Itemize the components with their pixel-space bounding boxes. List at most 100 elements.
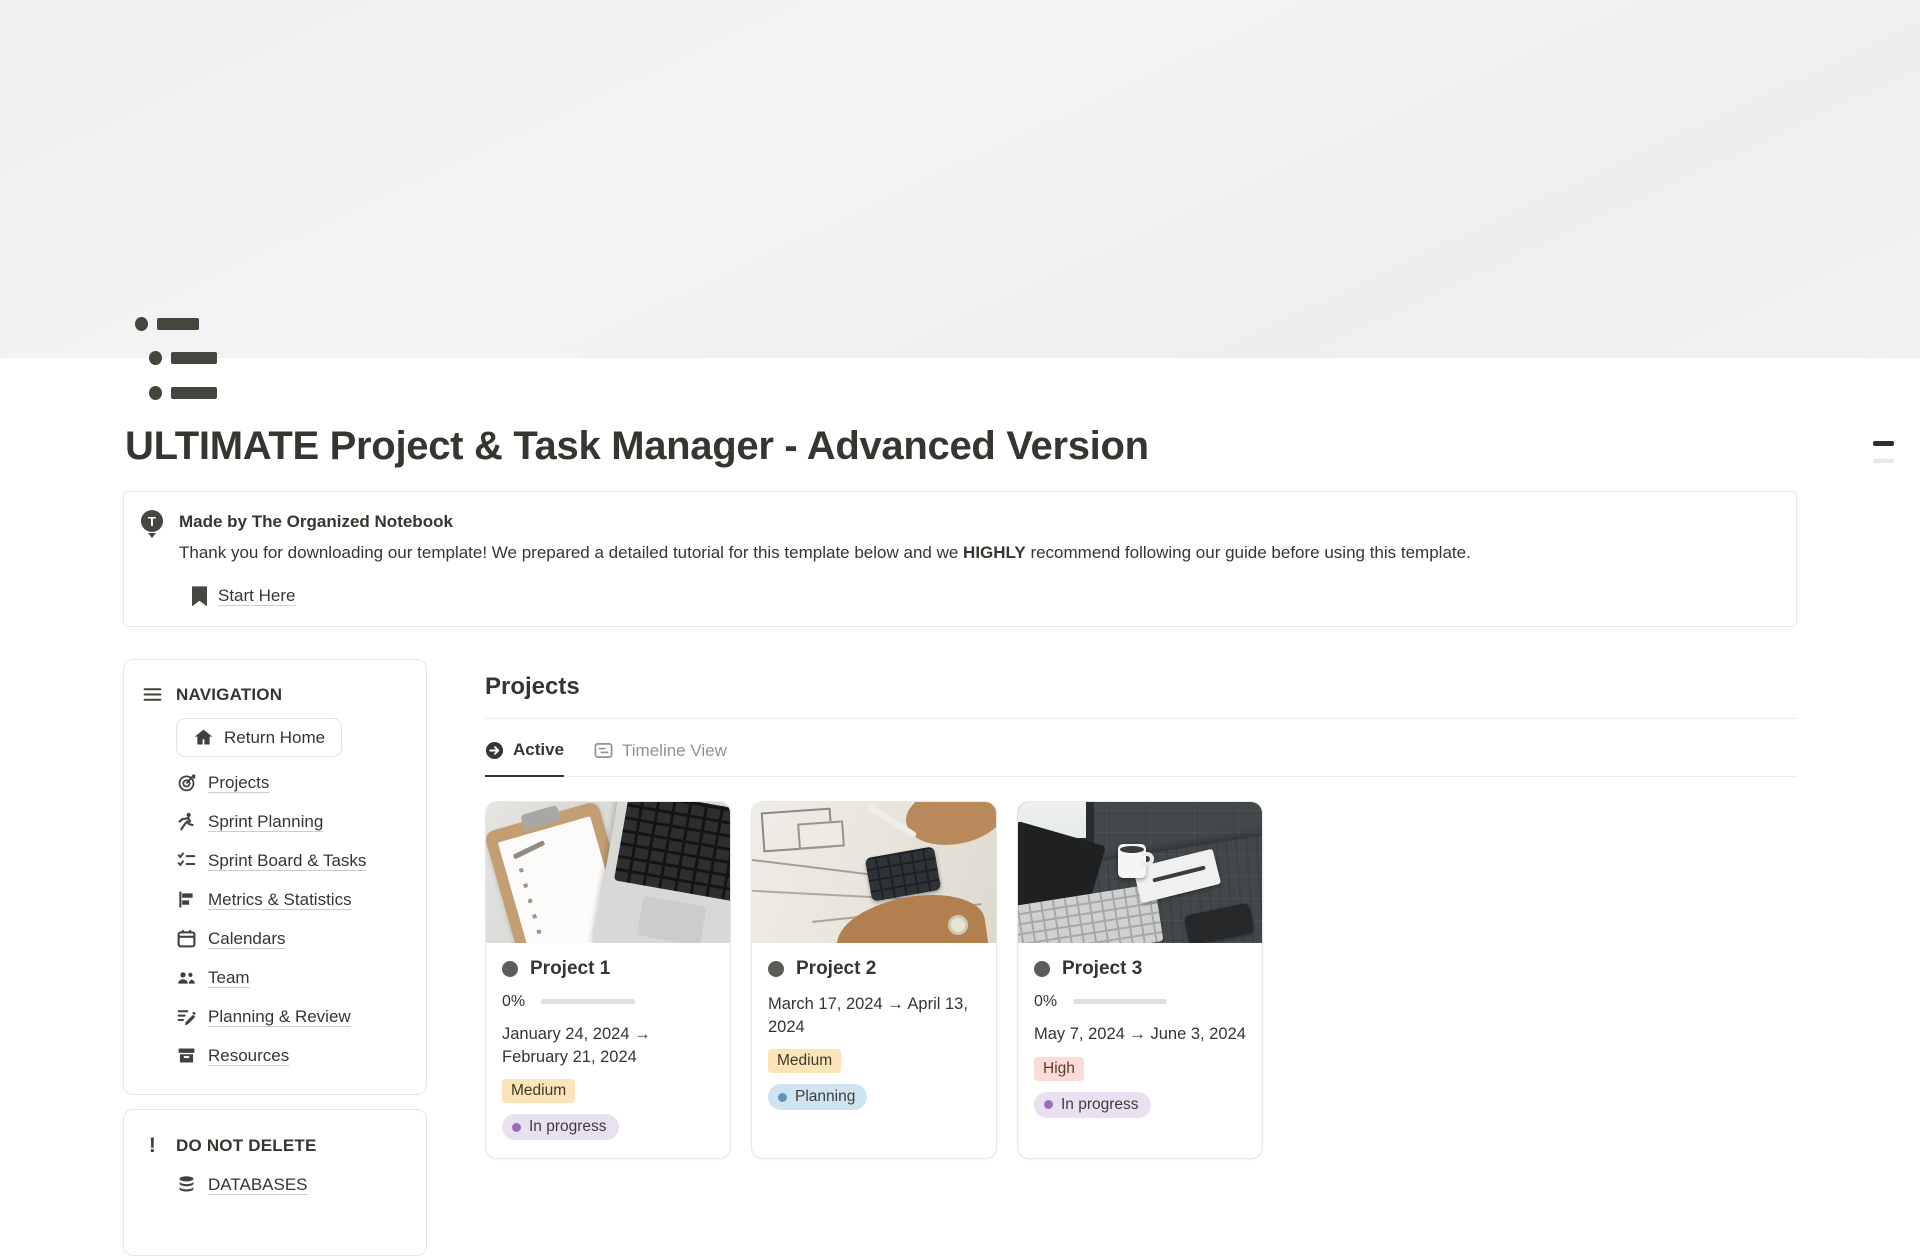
minimize-icon[interactable] <box>1873 441 1894 446</box>
return-home-button[interactable]: Return Home <box>176 718 342 757</box>
project-1-cover-photo <box>486 802 730 943</box>
callout-heading: Made by The Organized Notebook <box>179 512 1471 532</box>
status-pill: In progress <box>502 1114 619 1140</box>
callout-text: recommend following our guide before usi… <box>1026 543 1471 562</box>
calculator-shape <box>865 846 942 901</box>
sidebar-item-databases[interactable]: DATABASES <box>176 1174 408 1195</box>
card-body: Project 3 0% May 7, 2024 → June 3, 2024 … <box>1018 943 1262 1133</box>
sidebar-item-label: Sprint Planning <box>208 812 323 832</box>
sidebar-item-calendars[interactable]: Calendars <box>176 928 408 949</box>
navigation-title: NAVIGATION <box>176 685 282 705</box>
tab-label: Active <box>513 740 564 760</box>
archive-icon <box>176 1045 197 1066</box>
status-pill: In progress <box>1034 1092 1151 1118</box>
progress-bar <box>541 999 635 1004</box>
status-dot-icon <box>1044 1100 1053 1109</box>
people-icon <box>176 967 197 988</box>
hamburger-icon <box>142 684 163 705</box>
database-icon <box>176 1174 197 1195</box>
page-title: ULTIMATE Project & Task Manager - Advanc… <box>125 424 1797 469</box>
project-2-cover-photo <box>752 802 996 943</box>
priority-tag: Medium <box>502 1079 575 1103</box>
callout-text-bold: HIGHLY <box>963 543 1026 562</box>
sidebar-item-metrics[interactable]: Metrics & Statistics <box>176 889 408 910</box>
progress-row: 0% <box>1034 993 1246 1011</box>
sidebar-item-resources[interactable]: Resources <box>176 1045 408 1066</box>
coffee-shape <box>1120 846 1144 853</box>
timeline-icon <box>594 741 613 760</box>
navigation-list: Projects Sprint Planning Sprint Board & … <box>176 772 408 1066</box>
list-icon-row <box>135 316 219 331</box>
page-container: ULTIMATE Project & Task Manager - Advanc… <box>0 316 1920 1256</box>
card-body: Project 2 March 17, 2024 → April 13, 202… <box>752 943 996 1126</box>
watch-shape <box>948 915 968 935</box>
view-tabs: Active Timeline View <box>485 740 1797 777</box>
sidebar-item-label: Planning & Review <box>208 1007 351 1027</box>
compose-icon <box>176 1006 197 1027</box>
tab-label: Timeline View <box>622 741 727 761</box>
callout-body: Thank you for downloading our template! … <box>179 540 1471 566</box>
scroll-indicator <box>1873 459 1894 463</box>
status-label: In progress <box>1061 1096 1139 1114</box>
project-title: Project 1 <box>530 958 610 980</box>
do-not-delete-title: DO NOT DELETE <box>176 1136 317 1156</box>
list-icon-row <box>149 385 219 400</box>
sidebar-item-team[interactable]: Team <box>176 967 408 988</box>
project-card-1[interactable]: Project 1 0% January 24, 2024 → February… <box>485 801 731 1159</box>
sidebar-item-planning-review[interactable]: Planning & Review <box>176 1006 408 1027</box>
do-not-delete-header: ! DO NOT DELETE <box>142 1134 408 1158</box>
project-gallery: Project 1 0% January 24, 2024 → February… <box>485 801 1797 1159</box>
callout-text: Thank you for downloading our template! … <box>179 543 963 562</box>
keyboard-shape <box>614 802 730 902</box>
start-here-link[interactable]: Start Here <box>192 586 1471 606</box>
project-3-cover-photo <box>1018 802 1262 943</box>
hand-shape <box>900 802 996 856</box>
list-icon[interactable] <box>135 316 219 400</box>
project-title: Project 2 <box>796 958 876 980</box>
target-icon <box>176 772 197 793</box>
bookmark-icon <box>192 586 207 606</box>
project-card-3[interactable]: Project 3 0% May 7, 2024 → June 3, 2024 … <box>1017 801 1263 1159</box>
arrow-circle-icon <box>485 741 504 760</box>
callout-content: Made by The Organized Notebook Thank you… <box>179 510 1471 606</box>
priority-tag: Medium <box>768 1049 841 1073</box>
runner-icon <box>176 811 197 832</box>
progress-bar <box>1073 999 1167 1004</box>
sidebar-item-sprint-planning[interactable]: Sprint Planning <box>176 811 408 832</box>
progress-value: 0% <box>1034 993 1057 1011</box>
status-label: In progress <box>529 1118 607 1136</box>
made-by-callout: T Made by The Organized Notebook Thank y… <box>123 491 1797 627</box>
progress-value: 0% <box>502 993 525 1011</box>
sidebar-item-projects[interactable]: Projects <box>176 772 408 793</box>
priority-tag: High <box>1034 1057 1084 1081</box>
list-icon-row <box>149 351 219 366</box>
project-dates: March 17, 2024 → April 13, 2024 <box>768 993 980 1039</box>
tab-active[interactable]: Active <box>485 740 564 777</box>
calendar-icon <box>176 928 197 949</box>
project-dates: January 24, 2024 → February 21, 2024 <box>502 1023 714 1069</box>
page-dot-icon <box>502 961 518 977</box>
tab-timeline-view[interactable]: Timeline View <box>594 740 727 776</box>
blueprint-shape <box>797 820 845 849</box>
progress-row: 0% <box>502 993 714 1011</box>
sidebar-item-sprint-board[interactable]: Sprint Board & Tasks <box>176 850 408 871</box>
sidebar-item-label: Sprint Board & Tasks <box>208 851 366 871</box>
projects-heading: Projects <box>485 673 1797 701</box>
status-dot-icon <box>512 1123 521 1132</box>
sidebar-item-label: Team <box>208 968 250 988</box>
card-body: Project 1 0% January 24, 2024 → February… <box>486 943 730 1156</box>
page-dot-icon <box>768 961 784 977</box>
project-title: Project 3 <box>1062 958 1142 980</box>
status-dot-icon <box>778 1093 787 1102</box>
main-content: Projects Active Timeline View <box>485 659 1797 1159</box>
sidebar-item-label: DATABASES <box>208 1175 308 1195</box>
lightbulb-icon: T <box>140 510 166 536</box>
page-cover-image <box>0 0 1920 358</box>
return-home-label: Return Home <box>224 728 325 748</box>
exclamation-icon: ! <box>142 1134 163 1158</box>
bar-chart-icon <box>176 889 197 910</box>
sidebar-item-label: Resources <box>208 1046 289 1066</box>
status-label: Planning <box>795 1088 855 1106</box>
project-card-2[interactable]: Project 2 March 17, 2024 → April 13, 202… <box>751 801 997 1159</box>
navigation-header: NAVIGATION <box>142 684 408 705</box>
